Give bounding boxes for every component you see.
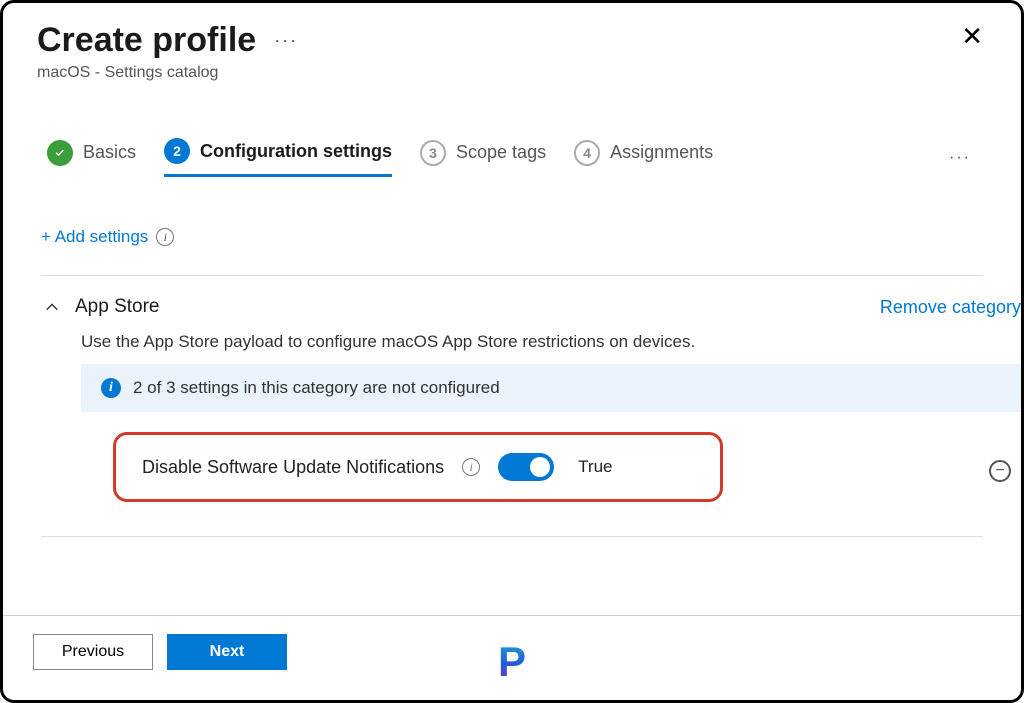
steps-more-icon[interactable]: ··· — [949, 149, 977, 167]
checkmark-icon — [47, 140, 73, 166]
setting-row-highlighted: Disable Software Update Notifications i … — [113, 432, 723, 502]
remove-category-link[interactable]: Remove category — [880, 297, 1021, 318]
remove-setting-icon[interactable]: − — [989, 460, 1011, 482]
brand-logo: P — [498, 638, 526, 686]
step-number-icon: 4 — [574, 140, 600, 166]
divider — [41, 536, 983, 537]
step-assignments[interactable]: 4 Assignments — [574, 140, 713, 176]
step-scope-tags[interactable]: 3 Scope tags — [420, 140, 546, 176]
info-banner-text: 2 of 3 settings in this category are not… — [133, 378, 500, 398]
toggle-switch[interactable] — [498, 453, 554, 481]
step-label: Configuration settings — [200, 141, 392, 162]
toggle-value-label: True — [578, 457, 612, 477]
title-more-icon[interactable]: ··· — [274, 30, 298, 51]
close-icon[interactable]: ✕ — [961, 21, 987, 52]
setting-label: Disable Software Update Notifications — [142, 457, 444, 478]
next-button[interactable]: Next — [167, 634, 287, 670]
category-app-store: App Store Remove category Use the App St… — [3, 276, 1021, 502]
page-title: Create profile — [37, 21, 256, 60]
header: Create profile ··· macOS - Settings cata… — [3, 3, 1021, 88]
info-icon[interactable]: i — [462, 458, 480, 476]
chevron-up-icon[interactable] — [45, 300, 59, 314]
step-label: Assignments — [610, 142, 713, 163]
step-basics[interactable]: Basics — [47, 140, 136, 176]
category-title: App Store — [75, 296, 160, 318]
category-description: Use the App Store payload to configure m… — [81, 332, 1021, 352]
step-label: Scope tags — [456, 142, 546, 163]
step-configuration-settings[interactable]: 2 Configuration settings — [164, 138, 392, 177]
steps-nav: Basics 2 Configuration settings 3 Scope … — [3, 88, 1021, 177]
step-number-icon: 2 — [164, 138, 190, 164]
info-icon: i — [101, 378, 121, 398]
page-subtitle: macOS - Settings catalog — [37, 64, 298, 82]
step-label: Basics — [83, 142, 136, 163]
info-icon[interactable]: i — [156, 228, 174, 246]
info-banner: i 2 of 3 settings in this category are n… — [81, 364, 1021, 412]
add-settings-link[interactable]: + Add settings — [41, 227, 148, 247]
step-number-icon: 3 — [420, 140, 446, 166]
previous-button[interactable]: Previous — [33, 634, 153, 670]
